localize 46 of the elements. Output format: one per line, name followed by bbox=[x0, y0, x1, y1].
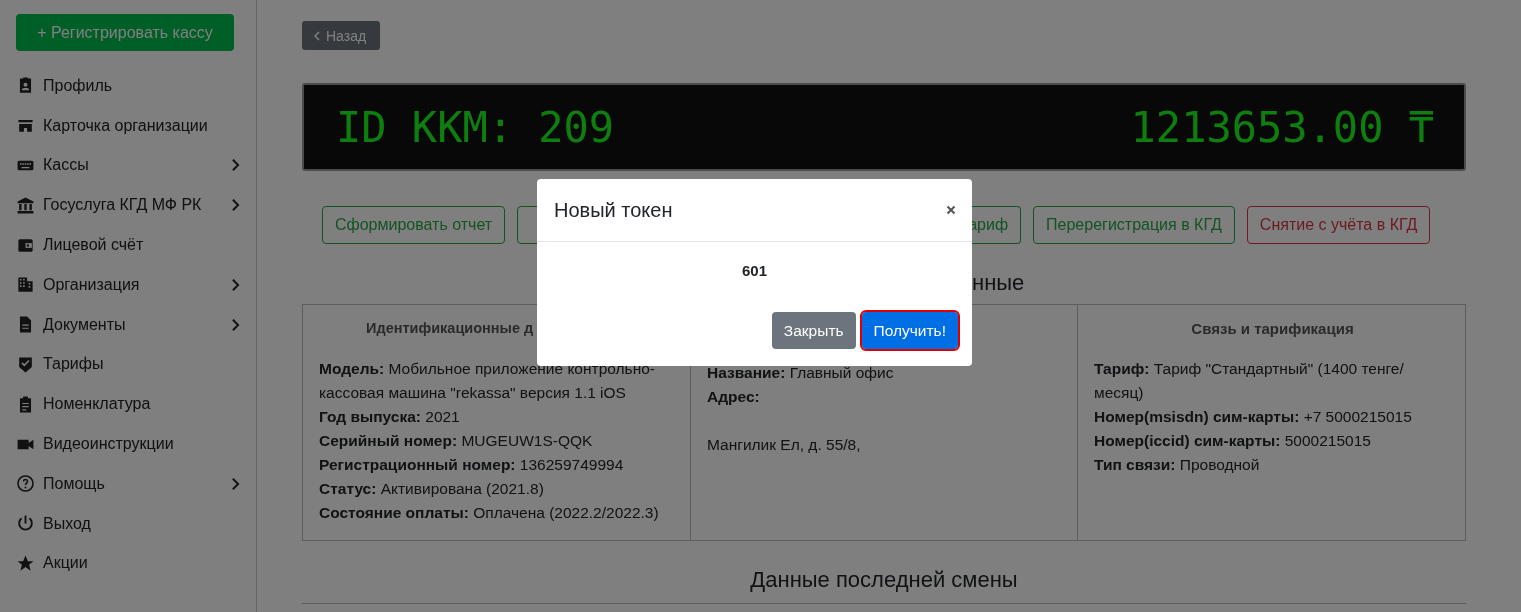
sidebar-item[interactable]: Тарифы bbox=[16, 344, 240, 385]
info-field: Состояние оплаты: Оплачена (2022.2/2022.3) bbox=[319, 501, 676, 525]
sidebar-item[interactable]: Кассы bbox=[16, 145, 240, 186]
sidebar-item[interactable]: Номенклатура bbox=[16, 384, 240, 425]
info-field: Название: Главный офис bbox=[707, 361, 1063, 385]
section-heading: Данные последней смены bbox=[750, 567, 1018, 592]
info-field: Статус: Активирована (2021.8) bbox=[319, 477, 676, 501]
address-text: Мангилик Ел, д. 55/8, bbox=[707, 435, 862, 455]
action-button[interactable]: Снятие с учёта в КГД bbox=[1246, 206, 1431, 244]
info-field: Тип связи: Проводной bbox=[1094, 453, 1451, 477]
column-heading: Связь и тарификация bbox=[1190, 320, 1355, 339]
chevron-left-icon bbox=[314, 30, 320, 41]
help-icon bbox=[16, 474, 35, 494]
sidebar-item[interactable]: Госуслуга КГД МФ РК bbox=[16, 185, 240, 226]
info-field: Адрес: bbox=[707, 385, 1063, 409]
sidebar-item[interactable]: Организация bbox=[16, 265, 240, 305]
shield-check-icon bbox=[16, 354, 35, 374]
info-field: Тариф: Тариф "Стандартный" (1400 тенге/месяц) bbox=[1094, 357, 1451, 405]
dialog-title: Новый токен bbox=[554, 198, 673, 222]
star-icon bbox=[16, 553, 35, 573]
sidebar-item[interactable]: Документы bbox=[16, 304, 240, 345]
column-heading: Идентификационные д bbox=[365, 320, 535, 338]
get-button[interactable]: Получить! bbox=[861, 312, 958, 349]
sidebar-item[interactable]: Выход bbox=[16, 503, 240, 544]
close-icon[interactable] bbox=[946, 205, 956, 215]
cash-total: 1213653.00 ₸ bbox=[1130, 102, 1434, 152]
info-field: Серийный номер: MUGEUW1S-QQK bbox=[319, 429, 676, 453]
sidebar-item[interactable]: Видеоинструкции bbox=[16, 424, 240, 464]
sidebar-item[interactable]: Помощь bbox=[16, 463, 240, 504]
bank-icon bbox=[16, 195, 35, 215]
register-id: ID KKM: 209 bbox=[336, 102, 615, 152]
section-heading: нные bbox=[972, 270, 1025, 295]
building-icon bbox=[16, 275, 35, 295]
info-field: Год выпуска: 2021 bbox=[319, 405, 676, 429]
info-field: Номер(msisdn) сим-карты: +7 5000215015 bbox=[1094, 405, 1451, 429]
sidebar-item[interactable]: Профиль bbox=[16, 66, 240, 106]
token-value: 601 bbox=[742, 262, 767, 279]
sidebar-item[interactable]: Карточка организации bbox=[16, 105, 240, 146]
back-button[interactable]: Назад bbox=[302, 21, 381, 50]
sidebar-item[interactable]: Акции bbox=[16, 543, 240, 584]
info-field: Номер(iccid) сим-карты: 5000215015 bbox=[1094, 429, 1451, 453]
info-field: Регистрационный номер: 136259749994 bbox=[319, 453, 676, 477]
sidebar-item[interactable]: Лицевой счёт bbox=[16, 225, 240, 265]
close-button[interactable]: Закрыть bbox=[771, 312, 856, 349]
info-field: Модель: Мобильное приложение контрольно-кассовая машина "rekassa" версия 1.1 iOS bbox=[319, 357, 676, 405]
power-icon bbox=[16, 514, 35, 534]
